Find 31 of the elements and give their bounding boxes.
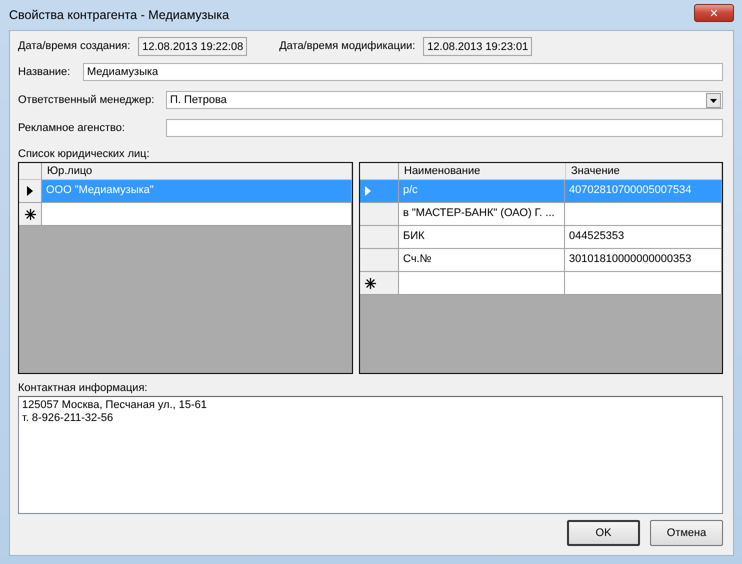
input-field[interactable] (166, 119, 723, 137)
date-field: 12.08.2013 19:23:01 (423, 36, 532, 56)
row-header[interactable] (360, 272, 399, 294)
window-title: Свойства контрагента - Медиамузыка (9, 8, 230, 22)
field-label: Дата/время создания: (18, 40, 130, 52)
dropdown[interactable]: П. Петрова (166, 91, 723, 109)
field-label: Название: (18, 66, 72, 78)
date-field: 12.08.2013 19:22:08 (138, 36, 248, 56)
data-grid[interactable]: Наименование Значение р/с 40702810700005007534 в "МАСТЕР-БАНК" (ОАО) Г. ... БИК 044525353 Сч.№ 30101810000000000353 (359, 162, 723, 374)
row-pointer-icon (365, 186, 371, 196)
table-cell[interactable]: 044525353 (565, 226, 722, 248)
dialog-button[interactable]: OK (567, 520, 640, 546)
text-area[interactable]: 125057 Москва, Песчаная ул., 15-61 т. 8-926-211-32-56 (18, 396, 723, 514)
new-row-icon (365, 278, 376, 288)
row-header[interactable] (19, 203, 42, 225)
table-cell[interactable]: 30101810000000000353 (565, 249, 722, 271)
input-field[interactable]: Медиамузыка (83, 63, 723, 81)
field-label: Рекламное агенство: (18, 122, 126, 134)
row-pointer-icon (27, 186, 33, 196)
new-row-icon (24, 208, 36, 220)
header-corner[interactable] (360, 163, 399, 180)
field-label: Дата/время модификации: (279, 40, 416, 52)
field-label: Ответственный менеджер: (18, 94, 156, 106)
data-grid[interactable]: Юр.лицо ООО "Медиамузыка" (18, 162, 353, 374)
section-label: Список юридических лиц: (18, 148, 151, 162)
table-cell[interactable]: БИК (399, 226, 565, 248)
section-label: Контактная информация: (18, 382, 148, 396)
table-cell[interactable]: Сч.№ (399, 249, 565, 271)
row-header[interactable] (19, 180, 42, 202)
dialog-button[interactable]: Отмена (650, 520, 723, 546)
close-button[interactable]: ✕ (694, 4, 734, 22)
